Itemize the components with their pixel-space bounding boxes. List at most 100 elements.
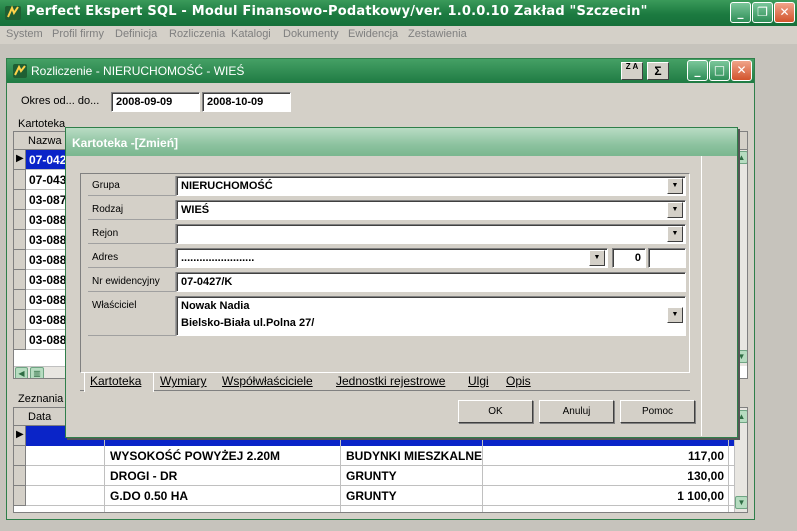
ok-button[interactable]: OK	[458, 400, 533, 423]
chevron-down-icon[interactable]: ▼	[667, 226, 683, 242]
rozliczenie-title-bar[interactable]: Rozliczenie - NIERUCHOMOŚĆ - WIEŚ Z A Σ …	[7, 59, 754, 83]
scroll-thumb[interactable]: ▥	[30, 367, 44, 378]
rodzaj-value: WIEŚ	[181, 204, 210, 216]
zeznanie-type[interactable]: GRUNTY	[346, 469, 397, 483]
wlasciciel-select[interactable]: Nowak Nadia Bielsko-Biała ul.Polna 27/ ▼	[176, 296, 686, 336]
menu-definicja[interactable]: Definicja	[115, 28, 157, 40]
menu-dokumenty[interactable]: Dokumenty	[283, 28, 339, 40]
tab-wymiary[interactable]: Wymiary	[160, 374, 207, 390]
rejon-row: Rejon ▼	[88, 224, 686, 246]
rejon-select[interactable]: ▼	[176, 224, 686, 244]
zeznanie-name[interactable]: DROGI - DR	[110, 469, 177, 483]
adres-number-value: 0	[634, 252, 641, 264]
zeznanie-name[interactable]: G.DO 0.50 HA	[110, 489, 188, 503]
window-logo-icon	[13, 64, 27, 78]
app-logo-icon	[5, 5, 21, 20]
sort-az-icon[interactable]: Z A	[621, 62, 643, 80]
rodzaj-select[interactable]: WIEŚ ▼	[176, 200, 686, 220]
menu-system[interactable]: System	[6, 28, 43, 40]
chevron-down-icon[interactable]: ▼	[667, 178, 683, 194]
adres-suffix-field[interactable]	[648, 248, 686, 268]
nr-row: Nr ewidencyjny 07-0427/K	[88, 272, 686, 294]
kartoteka-dialog: Kartoteka -[Zmień] Grupa NIERUCHOMOŚĆ ▼ …	[65, 127, 738, 438]
dialog-title-bar[interactable]: Kartoteka -[Zmień]	[66, 128, 737, 156]
rodzaj-label: Rodzaj	[88, 200, 176, 220]
zeznanie-amount[interactable]: 1 100,00	[677, 489, 724, 503]
tab-wspolwlasciciele[interactable]: Współwłaściciele	[222, 374, 313, 390]
child-minimize-button[interactable]: _	[687, 60, 708, 81]
cancel-button[interactable]: Anuluj	[539, 400, 614, 423]
zeznanie-name[interactable]: WYSOKOŚĆ POWYŻEJ 2.20M	[110, 449, 280, 463]
kartoteka-row-code[interactable]: 03-088	[29, 313, 66, 327]
date-to-value: 2008-10-09	[207, 96, 264, 108]
wlasciciel-line2: Bielsko-Biała ul.Polna 27/	[181, 317, 315, 329]
chevron-down-icon[interactable]: ▼	[589, 250, 605, 266]
kartoteka-row-code[interactable]: 03-088	[29, 273, 66, 287]
tab-ulgi[interactable]: Ulgi	[468, 374, 489, 390]
kartoteka-group-label: Kartoteka	[18, 118, 66, 130]
menu-rozliczenia[interactable]: Rozliczenia	[169, 28, 225, 40]
row-indicator	[14, 486, 26, 506]
date-from-field[interactable]: 2008-09-09	[111, 92, 200, 112]
menu-katalogi[interactable]: Katalogi	[231, 28, 271, 40]
sum-icon[interactable]: Σ	[647, 62, 669, 80]
zeznanie-type[interactable]: BUDYNKI MIESZKALNE	[346, 449, 482, 463]
close-button[interactable]: ✕	[774, 2, 795, 23]
grupa-select[interactable]: NIERUCHOMOŚĆ ▼	[176, 176, 686, 196]
grupa-label: Grupa	[88, 176, 176, 196]
date-to-field[interactable]: 2008-10-09	[202, 92, 291, 112]
kartoteka-row-code[interactable]: 07-042	[29, 153, 66, 167]
chevron-down-icon[interactable]: ▼	[667, 202, 683, 218]
menu-ewidencja[interactable]: Ewidencja	[348, 28, 398, 40]
nr-label: Nr ewidencyjny	[88, 272, 176, 292]
kartoteka-row-code[interactable]: 03-088	[29, 253, 66, 267]
adres-select[interactable]: ........................ ▼	[176, 248, 608, 268]
scroll-left-icon[interactable]: ◀	[15, 367, 28, 378]
kartoteka-col-nazwa[interactable]: Nazwa	[28, 135, 62, 147]
row-indicator	[14, 210, 26, 230]
rozliczenie-title: Rozliczenie - NIERUCHOMOŚĆ - WIEŚ	[31, 64, 245, 78]
wlasciciel-label: Właściciel	[88, 296, 176, 336]
row-indicator	[14, 466, 26, 486]
adres-value: ........................	[181, 252, 255, 264]
app-title: Perfect Ekspert SQL - Modul Finansowo-Po…	[26, 4, 648, 19]
nr-ewidencyjny-field[interactable]: 07-0427/K	[176, 272, 686, 292]
zeznania-col-data[interactable]: Data	[28, 411, 51, 423]
scroll-down-icon[interactable]: ▼	[735, 496, 747, 509]
tab-opis[interactable]: Opis	[506, 374, 531, 390]
chevron-down-icon[interactable]: ▼	[667, 307, 683, 323]
kartoteka-row-code[interactable]: 03-088	[29, 213, 66, 227]
zeznanie-amount[interactable]: 130,00	[687, 469, 724, 483]
child-close-button[interactable]: ✕	[731, 60, 752, 81]
dialog-title: Kartoteka -[Zmień]	[72, 136, 179, 150]
kartoteka-row-code[interactable]: 07-043	[29, 173, 66, 187]
adres-number-field[interactable]: 0	[612, 248, 646, 268]
nr-value: 07-0427/K	[181, 276, 233, 288]
menu-zestawienia[interactable]: Zestawienia	[408, 28, 467, 40]
restore-button[interactable]: ❐	[752, 2, 773, 23]
period-label: Okres od... do...	[21, 95, 100, 107]
row-divider	[26, 465, 734, 466]
row-indicator	[14, 290, 26, 310]
kartoteka-row-code[interactable]: 03-088	[29, 333, 66, 347]
kartoteka-row-code[interactable]: 03-087	[29, 193, 66, 207]
help-button[interactable]: Pomoc	[620, 400, 695, 423]
tab-jednostki-rejestrowe[interactable]: Jednostki rejestrowe	[336, 374, 445, 390]
minimize-button[interactable]: _	[730, 2, 751, 23]
row-divider	[26, 485, 734, 486]
app-title-bar[interactable]: Perfect Ekspert SQL - Modul Finansowo-Po…	[0, 0, 797, 26]
row-indicator	[14, 330, 26, 350]
kartoteka-row-code[interactable]: 03-088	[29, 293, 66, 307]
wlasciciel-line1: Nowak Nadia	[181, 300, 250, 312]
child-maximize-button[interactable]: □	[709, 60, 730, 81]
kartoteka-row-code[interactable]: 03-088	[29, 233, 66, 247]
grupa-value: NIERUCHOMOŚĆ	[181, 180, 273, 192]
menu-profil-firmy[interactable]: Profil firmy	[52, 28, 104, 40]
zeznanie-amount[interactable]: 117,00	[688, 449, 724, 463]
row-indicator	[14, 270, 26, 290]
row-indicator	[14, 446, 26, 466]
current-row-arrow-icon: ▶	[16, 153, 24, 164]
tab-kartoteka[interactable]: Kartoteka	[90, 374, 141, 390]
zeznanie-type[interactable]: GRUNTY	[346, 489, 397, 503]
dialog-side-strip	[701, 156, 737, 436]
